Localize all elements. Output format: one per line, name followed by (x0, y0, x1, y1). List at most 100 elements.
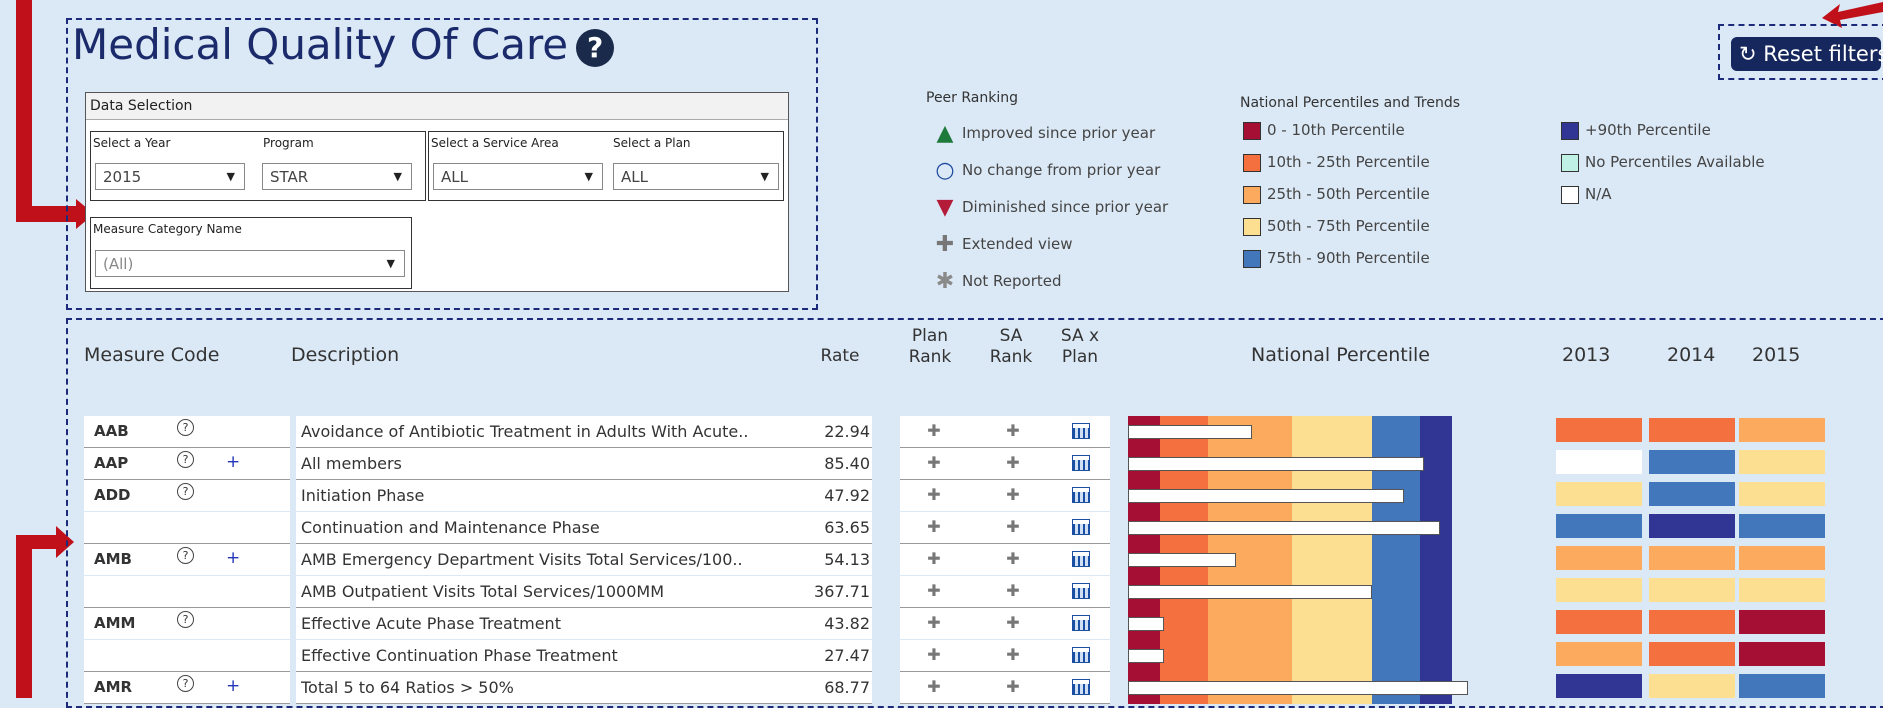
plan-rank-plus-icon[interactable]: ✚ (919, 517, 949, 536)
col-header-year-2014: 2014 (1667, 344, 1716, 366)
sa-rank-plus-icon[interactable]: ✚ (998, 581, 1028, 600)
measure-category-dropdown[interactable]: (All) ▼ (95, 250, 405, 277)
measure-code: AAP (94, 454, 129, 472)
plan-rank-plus-icon[interactable]: ✚ (919, 581, 949, 600)
sa-x-plan-grid-icon[interactable] (1072, 423, 1090, 443)
measure-description: Avoidance of Antibiotic Treatment in Adu… (301, 422, 749, 441)
percentile-legend-label: 25th - 50th Percentile (1267, 185, 1430, 203)
service-area-value: ALL (441, 168, 468, 186)
measure-description: AMB Emergency Department Visits Total Se… (301, 550, 743, 569)
sa-x-plan-grid-icon[interactable] (1072, 551, 1090, 571)
percentile-bar (1128, 585, 1372, 599)
percentile-bar (1128, 457, 1424, 471)
sa-x-plan-grid-icon[interactable] (1072, 455, 1090, 475)
service-area-dropdown[interactable]: ALL ▼ (433, 163, 603, 190)
year-value: 2015 (103, 168, 142, 186)
plan-rank-plus-icon[interactable]: ✚ (919, 677, 949, 696)
sa-x-plan-grid-icon[interactable] (1072, 647, 1090, 667)
peer-legend-item: ▲ Improved since prior year (932, 121, 1156, 146)
year-dropdown[interactable]: 2015 ▼ (95, 163, 245, 190)
grid-table-icon (1072, 551, 1090, 567)
peer-legend-glyph-icon: ▼ (936, 195, 954, 220)
help-circle-icon[interactable]: ? (177, 675, 194, 692)
plan-rank-plus-icon[interactable]: ✚ (919, 613, 949, 632)
expand-plus-icon[interactable]: + (226, 452, 240, 472)
measure-description: Effective Acute Phase Treatment (301, 614, 561, 633)
reset-filters-label: Reset filters (1763, 42, 1883, 66)
measure-category-label: Measure Category Name (93, 222, 242, 236)
percentile-legend-label: 0 - 10th Percentile (1267, 121, 1405, 139)
peer-legend-item: ✚ Extended view (932, 232, 1073, 257)
sa-x-plan-grid-icon[interactable] (1072, 583, 1090, 603)
percentile-legend-item: +90th Percentile (1561, 121, 1711, 140)
trend-cell (1649, 610, 1735, 634)
plan-rank-plus-icon[interactable]: ✚ (919, 453, 949, 472)
peer-legend-item: ○ No change from prior year (932, 158, 1160, 183)
trend-cell (1556, 642, 1642, 666)
sa-rank-plus-icon[interactable]: ✚ (998, 421, 1028, 440)
plan-rank-plus-icon[interactable]: ✚ (919, 645, 949, 664)
trend-cell (1739, 514, 1825, 538)
expand-plus-icon[interactable]: + (226, 676, 240, 696)
percentile-swatch (1243, 121, 1261, 140)
sa-rank-plus-icon[interactable]: ✚ (998, 613, 1028, 632)
percentile-bar (1128, 425, 1252, 439)
trend-cell (1556, 610, 1642, 634)
sa-x-plan-grid-icon[interactable] (1072, 679, 1090, 699)
trend-cell (1649, 642, 1735, 666)
service-area-plan-group: Select a Service Area Select a Plan ALL … (428, 131, 784, 201)
help-circle-icon[interactable]: ? (177, 483, 194, 500)
percentile-legend-item: N/A (1561, 185, 1612, 204)
trend-cell (1739, 546, 1825, 570)
sa-rank-plus-icon[interactable]: ✚ (998, 517, 1028, 536)
code-cell-background (84, 576, 290, 607)
code-cell-background (84, 640, 290, 671)
program-dropdown[interactable]: STAR ▼ (262, 163, 412, 190)
measure-code: AMB (94, 550, 132, 568)
annotation-bar-bottom (16, 535, 32, 698)
sa-x-plan-grid-icon[interactable] (1072, 615, 1090, 635)
help-circle-icon[interactable]: ? (177, 611, 194, 628)
help-circle-icon[interactable]: ? (177, 451, 194, 468)
page-title-text: Medical Quality Of Care (72, 20, 569, 69)
trend-cell (1649, 450, 1735, 474)
percentile-legend-item: 25th - 50th Percentile (1243, 185, 1430, 204)
plan-value: ALL (621, 168, 648, 186)
plan-rank-plus-icon[interactable]: ✚ (919, 485, 949, 504)
col-header-measure-code: Measure Code (84, 344, 220, 366)
peer-legend-label: Improved since prior year (962, 124, 1156, 142)
data-selection-panel: Data Selection Select a Year Program 201… (85, 92, 789, 292)
trend-cell (1739, 642, 1825, 666)
help-icon[interactable]: ? (576, 28, 615, 67)
help-circle-icon[interactable]: ? (177, 419, 194, 436)
expand-plus-icon[interactable]: + (226, 548, 240, 568)
program-label: Program (263, 136, 314, 150)
trend-cell (1739, 610, 1825, 634)
grid-table-icon (1072, 455, 1090, 471)
col-header-rate: Rate (820, 346, 860, 366)
sa-rank-plus-icon[interactable]: ✚ (998, 453, 1028, 472)
help-circle-icon[interactable]: ? (177, 547, 194, 564)
peer-legend-label: No change from prior year (962, 161, 1161, 179)
annotation-bar-top (16, 0, 32, 222)
trend-cell (1556, 418, 1642, 442)
plan-dropdown[interactable]: ALL ▼ (613, 163, 779, 190)
measure-code: ADD (94, 486, 131, 504)
percentile-legend-item: No Percentiles Available (1561, 153, 1765, 172)
sa-x-plan-grid-icon[interactable] (1072, 519, 1090, 539)
plan-rank-plus-icon[interactable]: ✚ (919, 549, 949, 568)
sa-x-plan-grid-icon[interactable] (1072, 487, 1090, 507)
percentile-bar (1128, 649, 1164, 663)
sa-rank-plus-icon[interactable]: ✚ (998, 549, 1028, 568)
trend-cell (1649, 546, 1735, 570)
percentile-legend-label: 50th - 75th Percentile (1267, 217, 1430, 235)
trend-cell (1649, 482, 1735, 506)
sa-rank-plus-icon[interactable]: ✚ (998, 645, 1028, 664)
sa-rank-plus-icon[interactable]: ✚ (998, 677, 1028, 696)
reset-filters-button[interactable]: ↻ Reset filters (1731, 37, 1883, 71)
plan-rank-plus-icon[interactable]: ✚ (919, 421, 949, 440)
sa-rank-plus-icon[interactable]: ✚ (998, 485, 1028, 504)
percentile-swatch (1561, 153, 1579, 172)
percentile-swatch (1243, 153, 1261, 172)
trend-cell (1739, 418, 1825, 442)
